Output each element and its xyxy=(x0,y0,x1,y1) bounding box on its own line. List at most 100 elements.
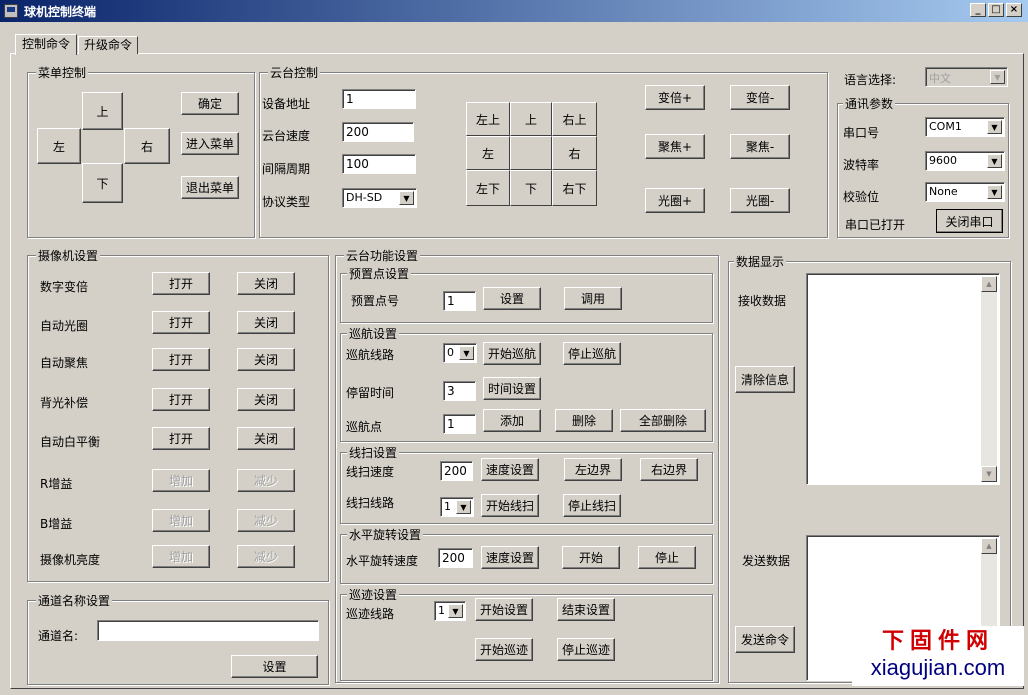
dwell-set-button[interactable]: 时间设置 xyxy=(483,377,541,400)
scan-stop-button[interactable]: 停止线扫 xyxy=(563,494,621,517)
zoom-out-button[interactable]: 变倍- xyxy=(730,85,790,110)
close-port-button[interactable]: 关闭串口 xyxy=(936,209,1003,233)
focus-out-button[interactable]: 聚焦- xyxy=(730,134,790,159)
menu-down-button[interactable]: 下 xyxy=(82,163,123,203)
rotate-stop-button[interactable]: 停止 xyxy=(638,546,696,569)
chevron-down-icon[interactable]: ▼ xyxy=(987,185,1002,199)
channel-name-set-button[interactable]: 设置 xyxy=(231,655,318,678)
address-input[interactable]: 1 xyxy=(342,89,416,109)
ptz-up-left-button[interactable]: 左上 xyxy=(466,102,510,136)
ptz-right-button[interactable]: 右 xyxy=(552,136,597,170)
camera-setting-label: 摄像机亮度 xyxy=(40,553,101,567)
baud-select[interactable]: 9600 ▼ xyxy=(925,151,1005,171)
interval-input[interactable]: 100 xyxy=(342,154,416,174)
ptz-left-button[interactable]: 左 xyxy=(466,136,510,170)
pattern-end-set-button[interactable]: 结束设置 xyxy=(557,598,615,621)
rotate-legend: 水平旋转设置 xyxy=(347,526,424,543)
ptz-down-button[interactable]: 下 xyxy=(510,170,552,206)
tour-point-input[interactable]: 1 xyxy=(443,414,476,434)
ptz-up-button[interactable]: 上 xyxy=(510,102,552,136)
protocol-select[interactable]: DH-SD ▼ xyxy=(342,188,417,208)
ptz-up-right-button[interactable]: 右上 xyxy=(552,102,597,136)
ptz-down-right-button[interactable]: 右下 xyxy=(552,170,597,206)
tour-point-label: 巡航点 xyxy=(346,420,383,434)
minimize-button[interactable]: _ xyxy=(970,3,986,17)
pattern-start-button[interactable]: 开始巡迹 xyxy=(475,638,533,661)
tab-upgrade-commands[interactable]: 升级命令 xyxy=(78,36,138,54)
rotate-speed-set-button[interactable]: 速度设置 xyxy=(481,546,539,569)
camera-setting-off-button[interactable]: 关闭 xyxy=(237,348,295,371)
close-button[interactable]: × xyxy=(1006,3,1022,17)
tour-stop-button[interactable]: 停止巡航 xyxy=(563,342,621,365)
menu-up-button[interactable]: 上 xyxy=(82,92,123,130)
menu-right-button[interactable]: 右 xyxy=(124,128,170,164)
iris-in-button[interactable]: 光圈+ xyxy=(645,188,705,213)
camera-setting-on-button[interactable]: 打开 xyxy=(152,348,210,371)
menu-left-button[interactable]: 左 xyxy=(37,128,81,164)
pattern-route-label: 巡迹线路 xyxy=(346,607,395,621)
port-value: COM1 xyxy=(929,120,962,133)
chevron-down-icon[interactable]: ▼ xyxy=(459,346,474,360)
scan-left-bound-button[interactable]: 左边界 xyxy=(564,458,622,481)
preset-call-button[interactable]: 调用 xyxy=(564,287,622,310)
preset-input[interactable]: 1 xyxy=(443,291,476,311)
menu-confirm-button[interactable]: 确定 xyxy=(181,92,239,115)
camera-setting-off-button[interactable]: 关闭 xyxy=(237,388,295,411)
camera-setting-off-button[interactable]: 关闭 xyxy=(237,427,295,450)
camera-setting-on-button[interactable]: 打开 xyxy=(152,388,210,411)
camera-setting-on-button[interactable]: 打开 xyxy=(152,311,210,334)
rotate-start-button[interactable]: 开始 xyxy=(562,546,620,569)
scan-legend: 线扫设置 xyxy=(347,444,400,461)
protocol-value: DH-SD xyxy=(346,191,383,204)
ptz-speed-input[interactable]: 200 xyxy=(342,122,414,142)
chevron-down-icon[interactable]: ▼ xyxy=(399,191,414,205)
camera-setting-on-button[interactable]: 打开 xyxy=(152,272,210,295)
ptz-center xyxy=(510,136,552,170)
tour-delete-button[interactable]: 删除 xyxy=(555,409,613,432)
scan-speed-set-button[interactable]: 速度设置 xyxy=(481,458,539,481)
pattern-start-set-button[interactable]: 开始设置 xyxy=(475,598,533,621)
preset-set-button[interactable]: 设置 xyxy=(483,287,541,310)
tour-delete-all-button[interactable]: 全部删除 xyxy=(620,409,706,432)
camera-setting-off-button[interactable]: 关闭 xyxy=(237,311,295,334)
chevron-down-icon[interactable]: ▼ xyxy=(987,120,1002,134)
baud-value: 9600 xyxy=(929,154,957,167)
zoom-in-button[interactable]: 变倍+ xyxy=(645,85,705,110)
tour-add-button[interactable]: 添加 xyxy=(483,409,541,432)
pattern-stop-button[interactable]: 停止巡迹 xyxy=(557,638,615,661)
chevron-down-icon[interactable]: ▼ xyxy=(987,154,1002,168)
receive-data-label: 接收数据 xyxy=(738,294,787,308)
rotate-speed-input[interactable]: 200 xyxy=(438,548,473,568)
parity-select[interactable]: None ▼ xyxy=(925,182,1005,202)
port-select[interactable]: COM1 ▼ xyxy=(925,117,1005,137)
scan-speed-input[interactable]: 200 xyxy=(440,461,473,481)
scan-right-bound-button[interactable]: 右边界 xyxy=(640,458,698,481)
iris-out-button[interactable]: 光圈- xyxy=(730,188,790,213)
tab-control-commands[interactable]: 控制命令 xyxy=(15,34,77,55)
chevron-down-icon[interactable]: ▼ xyxy=(456,500,471,514)
comm-params-legend: 通讯参数 xyxy=(843,95,896,112)
tour-route-select[interactable]: 0 ▼ xyxy=(443,343,477,363)
baud-label: 波特率 xyxy=(843,158,880,172)
channel-name-input[interactable] xyxy=(97,620,319,641)
maximize-button[interactable]: □ xyxy=(988,3,1004,17)
scroll-up-icon[interactable]: ▲ xyxy=(981,538,997,554)
menu-enter-button[interactable]: 进入菜单 xyxy=(181,132,239,155)
chevron-down-icon[interactable]: ▼ xyxy=(448,604,463,618)
clear-info-button[interactable]: 清除信息 xyxy=(735,366,795,393)
menu-exit-button[interactable]: 退出菜单 xyxy=(181,176,239,199)
receive-data-textarea[interactable]: ▲ ▼ xyxy=(806,273,1000,485)
ptz-down-left-button[interactable]: 左下 xyxy=(466,170,510,206)
camera-setting-on-button[interactable]: 打开 xyxy=(152,427,210,450)
scan-route-select[interactable]: 1 ▼ xyxy=(440,497,474,517)
scroll-up-icon[interactable]: ▲ xyxy=(981,276,997,292)
send-command-button[interactable]: 发送命令 xyxy=(735,626,795,653)
dwell-input[interactable]: 3 xyxy=(443,381,476,401)
scroll-down-icon[interactable]: ▼ xyxy=(981,466,997,482)
tour-start-button[interactable]: 开始巡航 xyxy=(483,342,541,365)
scan-start-button[interactable]: 开始线扫 xyxy=(481,494,539,517)
camera-setting-off-button[interactable]: 关闭 xyxy=(237,272,295,295)
receive-scrollbar[interactable]: ▲ ▼ xyxy=(981,276,997,482)
focus-in-button[interactable]: 聚焦+ xyxy=(645,134,705,159)
pattern-route-select[interactable]: 1 ▼ xyxy=(434,601,466,621)
